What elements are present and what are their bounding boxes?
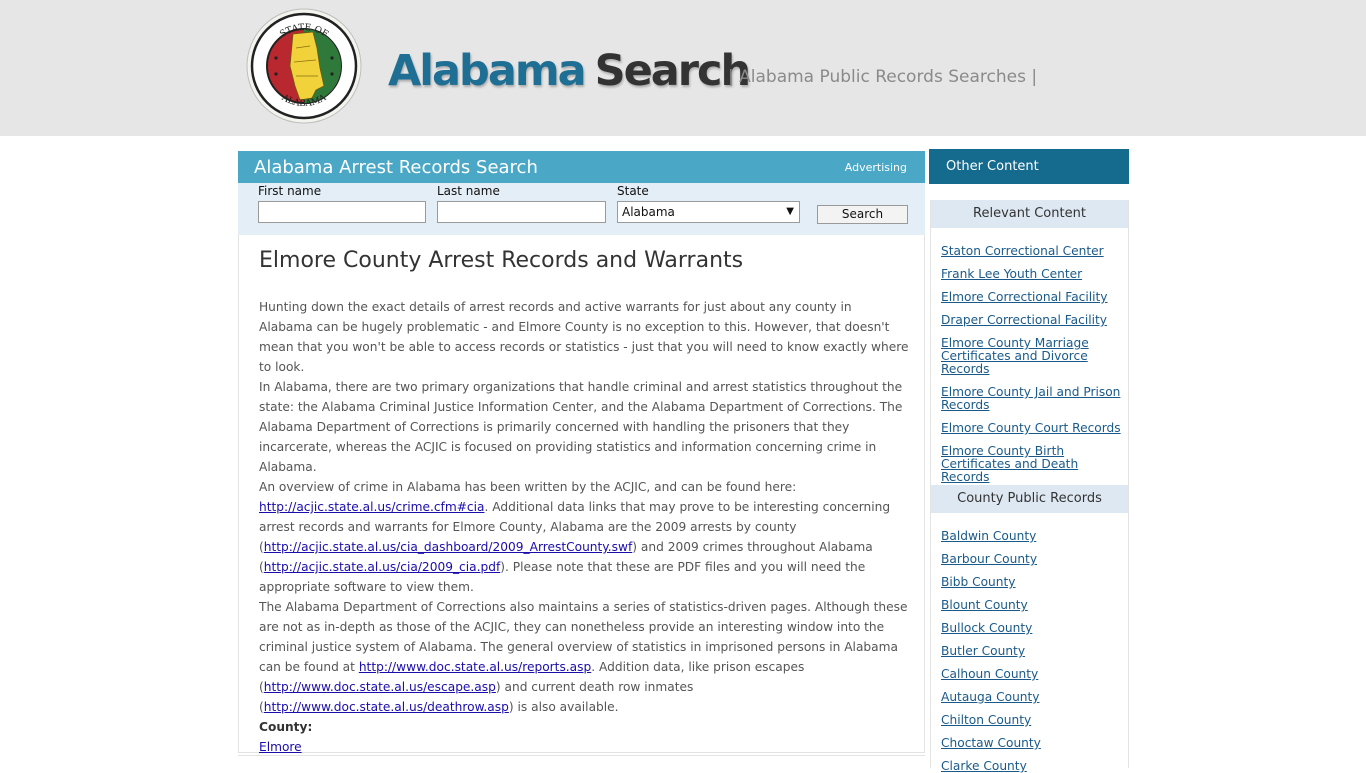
doc-reports-link[interactable]: http://www.doc.state.al.us/reports.asp	[359, 660, 591, 674]
site-brand-logo[interactable]: Alabama Search	[388, 44, 751, 98]
acjic-arrest-county-link[interactable]: http://acjic.state.al.us/cia_dashboard/2…	[264, 540, 633, 554]
sidebar-link-jail-prison[interactable]: Elmore County Jail and Prison Records	[941, 385, 1120, 412]
county-records-list: Baldwin County Barbour County Bibb Count…	[931, 513, 1128, 772]
state-select[interactable]: Alabama ▼	[617, 201, 800, 223]
search-button[interactable]: Search	[817, 205, 908, 224]
state-select-value: Alabama	[622, 205, 675, 219]
search-form: First name Last name State Alabama ▼ Sea…	[238, 183, 925, 235]
sidebar: Other Content Relevant Content Staton Co…	[929, 149, 1129, 772]
relevant-content-box: Relevant Content Staton Correctional Cen…	[930, 200, 1129, 485]
article-paragraph-3: An overview of crime in Alabama has been…	[259, 477, 909, 597]
sidebar-link-elmore-correctional[interactable]: Elmore Correctional Facility	[941, 290, 1108, 304]
county-link-autauga[interactable]: Autauga County	[941, 690, 1040, 704]
sidebar-link-frank-lee[interactable]: Frank Lee Youth Center	[941, 267, 1082, 281]
paragraph-4-text-d: ) is also available.	[508, 700, 619, 714]
county-link-clarke[interactable]: Clarke County	[941, 759, 1027, 773]
content-bottom-divider	[238, 755, 925, 756]
site-tagline: | Alabama Public Records Searches |	[728, 67, 1038, 87]
county-link-blount[interactable]: Blount County	[941, 598, 1028, 612]
doc-escape-link[interactable]: http://www.doc.state.al.us/escape.asp	[264, 680, 496, 694]
sidebar-link-staton[interactable]: Staton Correctional Center	[941, 244, 1104, 258]
article-paragraph-2: In Alabama, there are two primary organi…	[259, 380, 903, 474]
sidebar-link-draper[interactable]: Draper Correctional Facility	[941, 313, 1107, 327]
first-name-label: First name	[258, 184, 322, 198]
sidebar-link-birth-death[interactable]: Elmore County Birth Certificates and Dea…	[941, 444, 1078, 484]
county-link-baldwin[interactable]: Baldwin County	[941, 529, 1036, 543]
county-link-chilton[interactable]: Chilton County	[941, 713, 1031, 727]
county-link-elmore[interactable]: Elmore	[259, 740, 302, 754]
state-label: State	[617, 184, 649, 198]
page-title: Elmore County Arrest Records and Warrant…	[259, 248, 744, 273]
article-body: Hunting down the exact details of arrest…	[259, 297, 909, 757]
brand-part-2: Search	[594, 46, 751, 96]
county-link-butler[interactable]: Butler County	[941, 644, 1025, 658]
county-link-barbour[interactable]: Barbour County	[941, 552, 1037, 566]
first-name-input[interactable]	[258, 201, 426, 223]
county-records-title: County Public Records	[957, 491, 1102, 506]
relevant-content-list: Staton Correctional Center Frank Lee You…	[931, 228, 1128, 483]
last-name-input[interactable]	[437, 201, 606, 223]
doc-deathrow-link[interactable]: http://www.doc.state.al.us/deathrow.asp	[264, 700, 509, 714]
acjic-cia-pdf-link[interactable]: http://acjic.state.al.us/cia/2009_cia.pd…	[264, 560, 500, 574]
acjic-crime-link[interactable]: http://acjic.state.al.us/crime.cfm#cia	[259, 500, 484, 514]
county-link-bullock[interactable]: Bullock County	[941, 621, 1032, 635]
article-content: Elmore County Arrest Records and Warrant…	[238, 235, 925, 754]
site-header: STATE OF ALABAMA Alabama Search | Alabama…	[0, 0, 1366, 136]
article-paragraph-4: The Alabama Department of Corrections al…	[259, 597, 909, 717]
article-paragraph-1: Hunting down the exact details of arrest…	[259, 300, 909, 374]
county-records-box: County Public Records Baldwin County Bar…	[930, 485, 1129, 772]
brand-part-1: Alabama	[388, 46, 587, 96]
county-label: County:	[259, 720, 313, 734]
sidebar-link-marriage-divorce[interactable]: Elmore County Marriage Certificates and …	[941, 336, 1089, 376]
paragraph-3-text-a: An overview of crime in Alabama has been…	[259, 480, 797, 494]
sidebar-link-court-records[interactable]: Elmore County Court Records	[941, 421, 1121, 435]
sidebar-header-title: Other Content	[946, 159, 1039, 174]
main-column: Alabama Arrest Records Search Advertisin…	[238, 151, 925, 768]
county-records-header: County Public Records	[931, 485, 1128, 513]
relevant-content-header: Relevant Content	[931, 200, 1128, 228]
county-link-bibb[interactable]: Bibb County	[941, 575, 1016, 589]
advertising-label: Advertising	[844, 161, 907, 174]
last-name-label: Last name	[437, 184, 500, 198]
county-link-calhoun[interactable]: Calhoun County	[941, 667, 1038, 681]
search-header-bar: Alabama Arrest Records Search Advertisin…	[238, 151, 925, 183]
chevron-down-icon: ▼	[786, 206, 794, 217]
search-title: Alabama Arrest Records Search	[254, 157, 538, 178]
relevant-content-title: Relevant Content	[973, 206, 1086, 221]
county-link-choctaw[interactable]: Choctaw County	[941, 736, 1041, 750]
sidebar-header: Other Content	[929, 149, 1129, 184]
alabama-state-seal-logo[interactable]: STATE OF ALABAMA	[246, 8, 362, 124]
